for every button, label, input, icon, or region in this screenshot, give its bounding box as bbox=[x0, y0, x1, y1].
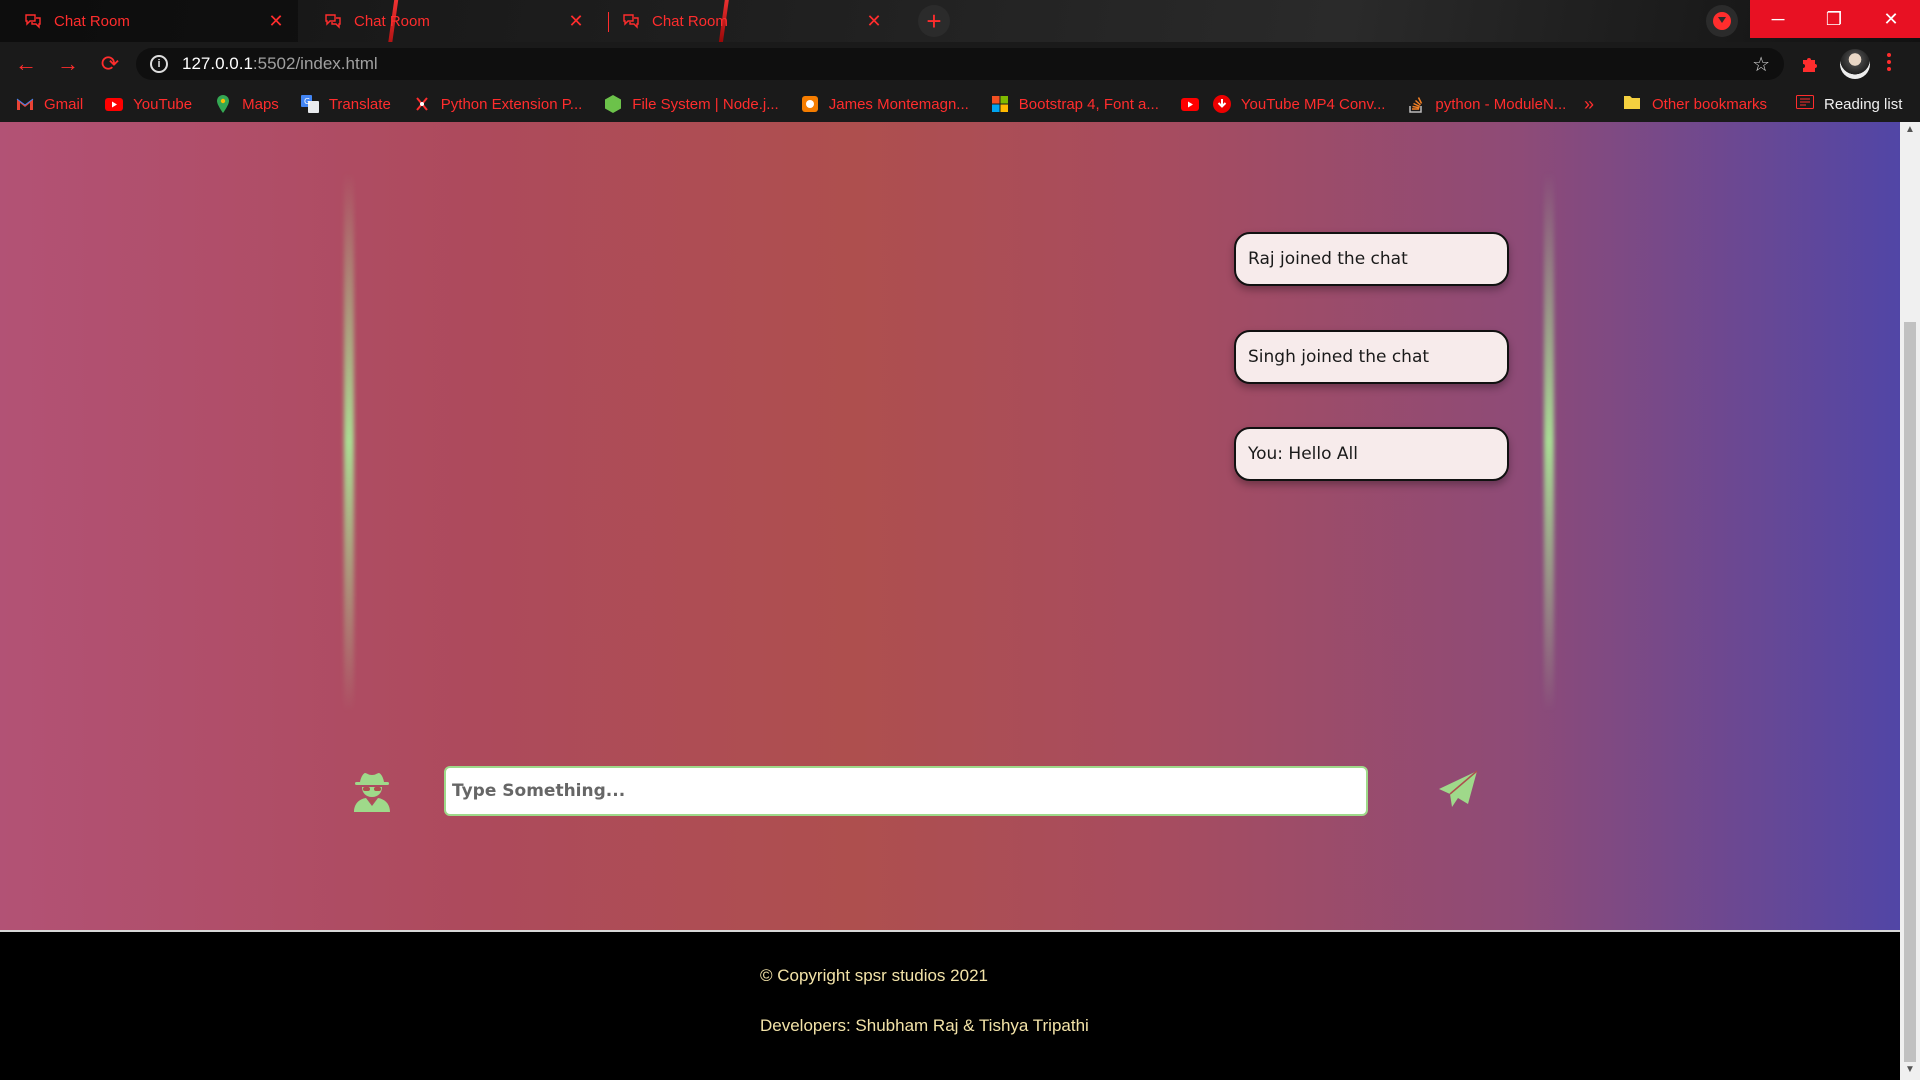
microsoft-icon bbox=[991, 95, 1009, 113]
tab-chat-room-2[interactable]: Chat Room ✕ bbox=[300, 0, 598, 42]
reading-list-label: Reading list bbox=[1824, 95, 1903, 113]
maximize-button[interactable]: ❐ bbox=[1806, 0, 1862, 38]
chevron-down-icon bbox=[1713, 12, 1731, 30]
user-secret-icon bbox=[354, 773, 390, 812]
bookmarks-overflow-button[interactable]: » bbox=[1584, 94, 1594, 115]
close-icon[interactable]: ✕ bbox=[864, 11, 884, 32]
chat-message: You: Hello All bbox=[1234, 427, 1509, 481]
url-path: :5502/index.html bbox=[252, 54, 378, 73]
bookmark-star-icon[interactable]: ☆ bbox=[1752, 52, 1770, 77]
back-button[interactable]: ← bbox=[10, 48, 42, 80]
close-icon[interactable]: ✕ bbox=[266, 11, 286, 32]
tab-search-button[interactable] bbox=[1706, 5, 1738, 37]
page-scrollbar[interactable]: ▲ ▼ bbox=[1900, 122, 1920, 1080]
bookmark-youtube[interactable]: YouTube bbox=[105, 95, 192, 113]
chat-bubbles-icon bbox=[24, 12, 42, 30]
forward-button[interactable]: → bbox=[52, 48, 84, 80]
chat-message: Singh joined the chat bbox=[1234, 330, 1509, 384]
node-icon bbox=[604, 95, 622, 113]
page-content: Raj joined the chat Singh joined the cha… bbox=[0, 122, 1900, 1080]
developers-text: Developers: Shubham Raj & Tishya Tripath… bbox=[760, 1016, 1089, 1035]
gmail-icon bbox=[16, 95, 34, 113]
bookmark-label: Gmail bbox=[44, 95, 84, 113]
browser-toolbar: ← → ⟳ i 127.0.0.1:5502/index.html ☆ bbox=[0, 42, 1920, 86]
tab-title: Chat Room bbox=[354, 12, 430, 30]
avatar[interactable] bbox=[1840, 49, 1870, 79]
window-close-button[interactable]: ✕ bbox=[1862, 0, 1920, 38]
copyright-text: © Copyright spsr studios 2021 bbox=[760, 966, 988, 985]
bookmark-bootstrap[interactable]: Bootstrap 4, Font a... bbox=[991, 95, 1159, 113]
tab-title: Chat Room bbox=[54, 12, 130, 30]
other-bookmarks-folder[interactable]: Other bookmarks bbox=[1624, 95, 1767, 113]
chat-bubbles-icon bbox=[324, 12, 342, 30]
bookmark-label: Maps bbox=[242, 95, 279, 113]
bookmark-label: James Montemagn... bbox=[828, 95, 969, 113]
chat-bubbles-icon bbox=[622, 12, 640, 30]
chat-message: Raj joined the chat bbox=[1234, 232, 1509, 286]
bookmark-label: python - ModuleN... bbox=[1435, 95, 1567, 113]
close-icon[interactable]: ✕ bbox=[566, 11, 586, 32]
bookmarks-bar: Gmail YouTube Maps G Translate Python Ex… bbox=[0, 86, 1920, 122]
url-text: 127.0.0.1:5502/index.html bbox=[182, 54, 378, 74]
other-bookmarks-label: Other bookmarks bbox=[1652, 95, 1768, 113]
stackoverflow-icon bbox=[1407, 95, 1425, 113]
site-info-icon[interactable]: i bbox=[150, 55, 168, 73]
extensions-puzzle-icon[interactable] bbox=[1800, 54, 1820, 80]
reload-button[interactable]: ⟳ bbox=[94, 48, 126, 80]
bookmark-label: Translate bbox=[328, 95, 391, 113]
bookmark-gmail[interactable]: Gmail bbox=[16, 95, 83, 113]
minimize-button[interactable]: ─ bbox=[1750, 0, 1806, 38]
paper-plane-icon bbox=[1439, 770, 1478, 807]
python-ext-icon bbox=[413, 95, 431, 113]
scroll-up-arrow-icon[interactable]: ▲ bbox=[1900, 124, 1920, 135]
bookmark-label: File System | Node.j... bbox=[632, 95, 779, 113]
maps-icon bbox=[214, 95, 232, 113]
bookmark-translate[interactable]: G Translate bbox=[300, 95, 391, 113]
download-icon bbox=[1212, 95, 1231, 113]
tab-title: Chat Room bbox=[652, 12, 728, 30]
youtube-icon bbox=[105, 95, 124, 113]
bookmark-james-montemagno[interactable]: James Montemagn... bbox=[801, 95, 969, 113]
message-input[interactable] bbox=[444, 766, 1368, 816]
bookmark-maps[interactable]: Maps bbox=[214, 95, 279, 113]
browser-window: Chat Room ✕ Chat Room ✕ Chat Room ✕ + ─ … bbox=[0, 0, 1920, 1080]
footer: © Copyright spsr studios 2021 Developers… bbox=[0, 930, 1900, 1080]
reading-list-button[interactable]: Reading list bbox=[1796, 95, 1902, 113]
new-tab-button[interactable]: + bbox=[918, 5, 950, 37]
tab-chat-room-1[interactable]: Chat Room ✕ bbox=[0, 0, 298, 42]
tab-chat-room-3[interactable]: Chat Room ✕ bbox=[598, 0, 896, 42]
bookmark-label: YouTube MP4 Conv... bbox=[1240, 95, 1386, 113]
bookmark-youtube-mp4[interactable]: YouTube MP4 Conv... bbox=[1212, 95, 1386, 113]
blog-icon bbox=[801, 95, 819, 113]
chat-border-left bbox=[344, 172, 354, 712]
chat-area: Raj joined the chat Singh joined the cha… bbox=[0, 122, 1900, 930]
bookmark-python-module[interactable]: python - ModuleN... bbox=[1407, 95, 1566, 113]
svg-text:G: G bbox=[304, 97, 310, 106]
bookmark-label: Python Extension P... bbox=[440, 95, 583, 113]
youtube-icon bbox=[1180, 95, 1199, 113]
translate-icon: G bbox=[300, 95, 319, 113]
scrollbar-thumb[interactable] bbox=[1904, 322, 1916, 1062]
bookmark-youtube-video[interactable] bbox=[1180, 95, 1199, 113]
bookmark-python-extension[interactable]: Python Extension P... bbox=[413, 95, 582, 113]
address-bar[interactable]: i 127.0.0.1:5502/index.html ☆ bbox=[136, 48, 1784, 80]
tab-strip: Chat Room ✕ Chat Room ✕ Chat Room ✕ + ─ … bbox=[0, 0, 1920, 42]
bookmark-label: Bootstrap 4, Font a... bbox=[1018, 95, 1159, 113]
send-button[interactable] bbox=[1436, 769, 1480, 813]
scroll-down-arrow-icon[interactable]: ▼ bbox=[1900, 1064, 1920, 1075]
bookmark-label: YouTube bbox=[133, 95, 193, 113]
reading-list-icon bbox=[1796, 95, 1814, 113]
menu-dots-icon[interactable] bbox=[1886, 52, 1896, 72]
folder-icon bbox=[1624, 95, 1642, 113]
bookmark-file-system[interactable]: File System | Node.j... bbox=[604, 95, 779, 113]
url-host: 127.0.0.1 bbox=[182, 54, 253, 73]
chat-border-right bbox=[1544, 172, 1554, 712]
